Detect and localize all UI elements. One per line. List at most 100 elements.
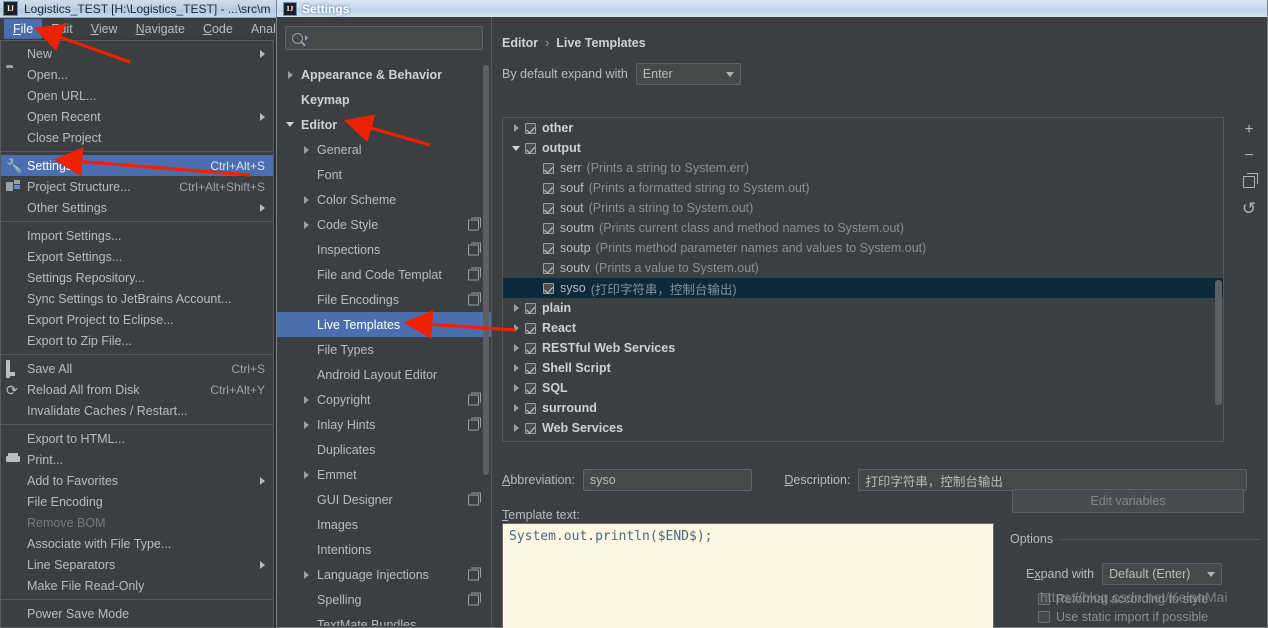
template-text-editor[interactable]: System.out.println($END$); (502, 523, 994, 628)
template-enabled-checkbox[interactable] (543, 262, 554, 274)
template-row[interactable]: soutm (Prints current class and method na… (503, 218, 1223, 238)
sidebar-item-language-injections[interactable]: Language Injections (277, 562, 491, 587)
chevron-right-icon[interactable] (299, 470, 313, 479)
file-menu-item-settings-repository[interactable]: Settings Repository... (1, 267, 273, 288)
sidebar-item-keymap[interactable]: Keymap (277, 87, 491, 112)
file-menu-item-import-settings[interactable]: Import Settings... (1, 225, 273, 246)
file-menu-item-sync-settings-to-jetbrains-account[interactable]: Sync Settings to JetBrains Account... (1, 288, 273, 309)
chevron-right-icon[interactable] (299, 570, 313, 579)
static-import-checkbox-row[interactable]: Use static import if possible (1038, 610, 1208, 624)
chevron-right-icon[interactable] (507, 124, 525, 132)
settings-category-tree[interactable]: Appearance & Behavior Keymap Editor General… (277, 62, 491, 626)
template-enabled-checkbox[interactable] (525, 322, 536, 334)
file-menu-item-export-project-to-eclipse[interactable]: Export Project to Eclipse... (1, 309, 273, 330)
templates-scrollbar-thumb[interactable] (1215, 280, 1222, 405)
template-enabled-checkbox[interactable] (525, 122, 536, 134)
expand-with-select[interactable]: Default (Enter) (1102, 563, 1223, 585)
chevron-right-icon[interactable] (283, 70, 297, 79)
chevron-down-icon[interactable] (283, 122, 297, 127)
chevron-right-icon[interactable] (299, 145, 313, 154)
template-row[interactable]: soutp (Prints method parameter names and … (503, 238, 1223, 258)
file-menu-item-close-project[interactable]: Close Project (1, 127, 273, 148)
chevron-right-icon[interactable] (299, 395, 313, 404)
file-menu-item-invalidate-caches-restart[interactable]: Invalidate Caches / Restart... (1, 400, 273, 421)
sidebar-item-inlay-hints[interactable]: Inlay Hints (277, 412, 491, 437)
template-row[interactable]: souf (Prints a formatted string to System… (503, 178, 1223, 198)
file-menu-item-reload-all-from-disk[interactable]: ⟳ Reload All from Disk Ctrl+Alt+Y (1, 379, 273, 400)
template-enabled-checkbox[interactable] (525, 302, 536, 314)
sidebar-item-code-style[interactable]: Code Style (277, 212, 491, 237)
template-row[interactable]: SQL (503, 378, 1223, 398)
description-field[interactable]: 打印字符串，控制台输出 (858, 469, 1247, 491)
sidebar-item-live-templates[interactable]: Live Templates (277, 312, 491, 337)
sidebar-item-android-layout-editor[interactable]: Android Layout Editor (277, 362, 491, 387)
template-enabled-checkbox[interactable] (525, 422, 536, 434)
template-enabled-checkbox[interactable] (543, 242, 554, 254)
sidebar-item-font[interactable]: Font (277, 162, 491, 187)
file-menu-item-settings[interactable]: 🔧 Settings... Ctrl+Alt+S (1, 155, 273, 176)
file-menu-item-add-to-favorites[interactable]: Add to Favorites (1, 470, 273, 491)
menubar-item-code[interactable]: Code (194, 19, 242, 39)
template-row[interactable]: Shell Script (503, 358, 1223, 378)
file-menu-item-project-structure[interactable]: Project Structure... Ctrl+Alt+Shift+S (1, 176, 273, 197)
chevron-right-icon[interactable] (507, 424, 525, 432)
abbreviation-field[interactable]: syso (582, 469, 753, 491)
chevron-right-icon[interactable] (507, 364, 525, 372)
file-menu-item-new[interactable]: New (1, 43, 273, 64)
sidebar-item-duplicates[interactable]: Duplicates (277, 437, 491, 462)
sidebar-item-appearance-behavior[interactable]: Appearance & Behavior (277, 62, 491, 87)
sidebar-item-file-and-code-templat[interactable]: File and Code Templat (277, 262, 491, 287)
chevron-right-icon[interactable] (507, 304, 525, 312)
file-menu-item-line-separators[interactable]: Line Separators (1, 554, 273, 575)
chevron-right-icon[interactable] (507, 404, 525, 412)
chevron-right-icon[interactable] (507, 344, 525, 352)
file-menu-item-open-url[interactable]: Open URL... (1, 85, 273, 106)
menubar-item-view[interactable]: View (82, 19, 127, 39)
tree-scrollbar-thumb[interactable] (483, 65, 489, 475)
static-import-checkbox[interactable] (1038, 611, 1050, 623)
sidebar-item-gui-designer[interactable]: GUI Designer (277, 487, 491, 512)
chevron-right-icon[interactable] (507, 384, 525, 392)
chevron-right-icon[interactable] (299, 220, 313, 229)
template-enabled-checkbox[interactable] (543, 182, 554, 194)
chevron-down-icon[interactable] (507, 145, 525, 151)
file-menu-item-save-all[interactable]: Save All Ctrl+S (1, 358, 273, 379)
template-row[interactable]: syso (打印字符串，控制台输出) (503, 278, 1223, 298)
template-row[interactable]: Web Services (503, 418, 1223, 438)
template-row[interactable]: soutv (Prints a value to System.out) (503, 258, 1223, 278)
chevron-right-icon[interactable] (299, 195, 313, 204)
template-row[interactable]: sout (Prints a string to System.out) (503, 198, 1223, 218)
file-menu-item-file-encoding[interactable]: File Encoding (1, 491, 273, 512)
file-menu-item-export-settings[interactable]: Export Settings... (1, 246, 273, 267)
sidebar-item-color-scheme[interactable]: Color Scheme (277, 187, 491, 212)
chevron-right-icon[interactable] (507, 324, 525, 332)
file-menu-item-power-save-mode[interactable]: Power Save Mode (1, 603, 273, 624)
template-row[interactable]: other (503, 118, 1223, 138)
sidebar-item-intentions[interactable]: Intentions (277, 537, 491, 562)
template-enabled-checkbox[interactable] (543, 202, 554, 214)
templates-tree[interactable]: other output serr (Prints a string to Syste… (502, 117, 1224, 442)
template-enabled-checkbox[interactable] (543, 282, 554, 294)
menubar-item-navigate[interactable]: Navigate (127, 19, 194, 39)
settings-search-input[interactable] (285, 26, 483, 50)
sidebar-item-textmate-bundles[interactable]: TextMate Bundles (277, 612, 491, 627)
chevron-right-icon[interactable] (299, 420, 313, 429)
file-menu-item-export-to-zip-file[interactable]: Export to Zip File... (1, 330, 273, 351)
default-expand-select[interactable]: Enter (635, 63, 741, 85)
template-enabled-checkbox[interactable] (525, 382, 536, 394)
sidebar-item-copyright[interactable]: Copyright (277, 387, 491, 412)
template-enabled-checkbox[interactable] (543, 162, 554, 174)
template-row[interactable]: React (503, 318, 1223, 338)
template-enabled-checkbox[interactable] (525, 342, 536, 354)
template-row[interactable]: output (503, 138, 1223, 158)
template-row[interactable]: plain (503, 298, 1223, 318)
template-enabled-checkbox[interactable] (525, 142, 536, 154)
template-row[interactable]: RESTful Web Services (503, 338, 1223, 358)
template-enabled-checkbox[interactable] (525, 402, 536, 414)
sidebar-item-images[interactable]: Images (277, 512, 491, 537)
file-menu-item-open-recent[interactable]: Open Recent (1, 106, 273, 127)
file-menu-item-open[interactable]: Open... (1, 64, 273, 85)
revert-button[interactable]: ↺ (1232, 195, 1266, 221)
file-menu-item-associate-with-file-type[interactable]: Associate with File Type... (1, 533, 273, 554)
file-menu-item-export-to-html[interactable]: Export to HTML... (1, 428, 273, 449)
